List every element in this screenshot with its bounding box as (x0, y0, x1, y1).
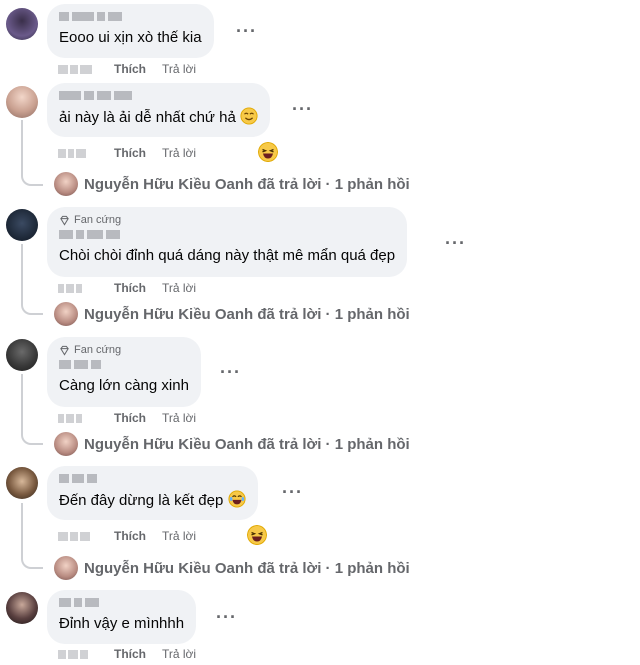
replier-avatar (54, 556, 78, 580)
like-button[interactable]: Thích (114, 411, 146, 425)
thread-connector (21, 374, 43, 445)
timestamp[interactable] (58, 64, 100, 74)
comment-actions: Thích Trả lời (58, 410, 196, 426)
more-options-button[interactable]: ··· (236, 22, 257, 40)
author-name[interactable] (59, 90, 258, 101)
comment-actions: Thích Trả lời (58, 646, 196, 662)
timestamp[interactable] (58, 148, 100, 158)
like-button[interactable]: Thích (114, 146, 146, 160)
comment-bubble: Eooo ui xịn xò thế kia (47, 4, 214, 58)
comment-bubble: Fan cứng Chòi chòi đỉnh quá dáng này thậ… (47, 207, 408, 277)
more-options-button[interactable]: ··· (216, 608, 237, 626)
comment-bubble: Đỉnh vậy e mìnhhh (47, 590, 197, 644)
thread-connector (21, 120, 43, 186)
comment-actions: Thích Trả lời (58, 145, 196, 161)
replies-summary: Nguyễn Hữu Kiều Oanh đã trả lời · 1 phản… (84, 559, 410, 577)
diamond-icon (60, 345, 69, 356)
view-replies-link[interactable]: Nguyễn Hữu Kiều Oanh đã trả lời · 1 phản… (54, 431, 410, 457)
laughing-emoji-icon[interactable] (247, 525, 267, 545)
avatar[interactable] (6, 339, 38, 371)
more-options-button[interactable]: ··· (220, 363, 241, 381)
avatar[interactable] (6, 86, 38, 118)
comment-text: Đỉnh vậy e mìnhhh (59, 615, 185, 632)
replies-summary: Nguyễn Hữu Kiều Oanh đã trả lời · 1 phản… (84, 305, 410, 323)
replier-avatar (54, 432, 78, 456)
replier-avatar (54, 302, 78, 326)
replies-summary: Nguyễn Hữu Kiều Oanh đã trả lời · 1 phản… (84, 435, 410, 453)
comment-actions: Thích Trả lời (58, 280, 196, 296)
comment-text: Chòi chòi đỉnh quá dáng này thật mê mẩn … (59, 247, 396, 264)
like-button[interactable]: Thích (114, 281, 146, 295)
smiling-emoji-icon (240, 107, 258, 125)
reply-button[interactable]: Trả lời (162, 529, 196, 543)
author-name[interactable] (59, 473, 246, 484)
reply-button[interactable]: Trả lời (162, 62, 196, 76)
view-replies-link[interactable]: Nguyễn Hữu Kiều Oanh đã trả lời · 1 phản… (54, 171, 410, 197)
avatar[interactable] (6, 467, 38, 499)
timestamp[interactable] (58, 413, 100, 423)
timestamp[interactable] (58, 649, 100, 659)
laughing-emoji-icon[interactable] (258, 142, 278, 162)
more-options-button[interactable]: ··· (292, 100, 313, 118)
laughing-emoji-icon (227, 490, 246, 508)
avatar[interactable] (6, 592, 38, 624)
comment-actions: Thích Trả lời (58, 61, 196, 77)
comment-text: Càng lớn càng xinh (59, 377, 189, 394)
comment-text: ải này là ải dễ nhất chứ hả (59, 109, 236, 126)
view-replies-link[interactable]: Nguyễn Hữu Kiều Oanh đã trả lời · 1 phản… (54, 301, 410, 327)
comment-actions: Thích Trả lời (58, 528, 196, 544)
timestamp[interactable] (58, 531, 100, 541)
author-name[interactable] (59, 597, 184, 608)
fan-badge: Fan cứng (59, 214, 395, 226)
diamond-icon (60, 215, 69, 226)
comment-bubble: Đến đây dừng là kết đẹp (47, 466, 258, 520)
timestamp[interactable] (58, 283, 100, 293)
like-button[interactable]: Thích (114, 62, 146, 76)
author-name[interactable] (59, 359, 189, 370)
thread-connector (21, 503, 43, 569)
more-options-button[interactable]: ··· (445, 234, 466, 252)
like-button[interactable]: Thích (114, 529, 146, 543)
reply-button[interactable]: Trả lời (162, 411, 196, 425)
author-name[interactable] (59, 229, 395, 240)
comment-text: Eooo ui xịn xò thế kia (59, 29, 202, 46)
reply-button[interactable]: Trả lời (162, 146, 196, 160)
reply-button[interactable]: Trả lời (162, 281, 196, 295)
avatar[interactable] (6, 209, 38, 241)
fan-badge: Fan cứng (59, 344, 189, 356)
replier-avatar (54, 172, 78, 196)
thread-connector (21, 244, 43, 315)
view-replies-link[interactable]: Nguyễn Hữu Kiều Oanh đã trả lời · 1 phản… (54, 555, 410, 581)
comment-bubble: ải này là ải dễ nhất chứ hả (47, 83, 271, 137)
comment-bubble: Fan cứng Càng lớn càng xinh (47, 337, 201, 407)
author-name[interactable] (59, 11, 202, 22)
reply-button[interactable]: Trả lời (162, 647, 196, 661)
like-button[interactable]: Thích (114, 647, 146, 661)
avatar[interactable] (6, 8, 38, 40)
more-options-button[interactable]: ··· (282, 483, 303, 501)
replies-summary: Nguyễn Hữu Kiều Oanh đã trả lời · 1 phản… (84, 175, 410, 193)
comment-text: Đến đây dừng là kết đẹp (59, 492, 224, 509)
